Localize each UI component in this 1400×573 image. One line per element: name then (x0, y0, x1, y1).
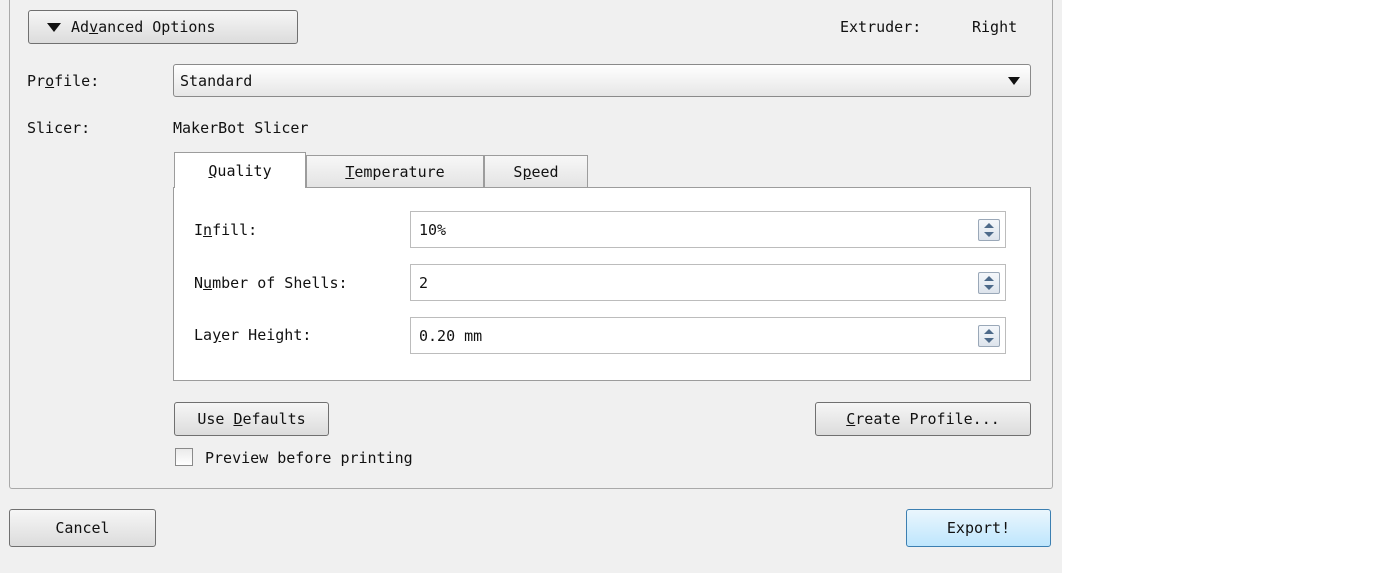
extruder-value: Right (972, 18, 1018, 36)
layer-height-spinbox[interactable]: 0.20 mm (410, 317, 1006, 354)
tab-temperature-label: Temperature (345, 163, 445, 181)
tab-speed[interactable]: Speed (484, 155, 588, 188)
dropdown-arrow-icon[interactable] (1008, 77, 1020, 85)
spin-up-icon[interactable] (984, 276, 994, 281)
spin-buttons-icon[interactable] (978, 272, 1000, 294)
extruder-label: Extruder: (840, 18, 922, 36)
cancel-button[interactable]: Cancel (9, 509, 156, 547)
spin-down-icon[interactable] (984, 285, 994, 290)
use-defaults-button[interactable]: Use Defaults (174, 402, 329, 436)
spin-up-icon[interactable] (984, 223, 994, 228)
infill-spinbox[interactable]: 10% (410, 211, 1006, 248)
export-dialog: Advanced Options Extruder: Right Profile… (0, 0, 1062, 573)
infill-value: 10% (419, 220, 447, 239)
spin-up-icon[interactable] (984, 329, 994, 334)
preview-checkbox[interactable] (175, 448, 193, 466)
profile-select-value: Standard (180, 71, 253, 90)
tab-temperature[interactable]: Temperature (306, 155, 484, 188)
export-button[interactable]: Export! (906, 509, 1051, 547)
shells-spinbox[interactable]: 2 (410, 264, 1006, 301)
profile-label: Profile: (27, 72, 100, 90)
shells-value: 2 (419, 273, 429, 292)
cancel-button-label: Cancel (55, 519, 110, 537)
spin-buttons-icon[interactable] (978, 219, 1000, 241)
slicer-value: MakerBot Slicer (173, 119, 309, 137)
tab-quality-label: Quality (208, 161, 272, 180)
spin-down-icon[interactable] (984, 232, 994, 237)
create-profile-label: Create Profile... (846, 410, 1000, 428)
advanced-options-label: Advanced Options (71, 18, 216, 36)
preview-checkbox-label[interactable]: Preview before printing (205, 449, 413, 467)
quality-tab-panel: Infill: 10% Number of Shells: 2 Layer He… (173, 187, 1031, 381)
layer-height-label: Layer Height: (194, 326, 312, 344)
profile-select[interactable]: Standard (173, 64, 1031, 97)
layer-height-value: 0.20 mm (419, 326, 483, 345)
tab-quality[interactable]: Quality (174, 152, 306, 188)
export-button-label: Export! (946, 519, 1011, 537)
tab-speed-label: Speed (513, 163, 559, 181)
infill-label: Infill: (194, 221, 258, 239)
advanced-options-toggle-button[interactable]: Advanced Options (28, 10, 298, 44)
spin-buttons-icon[interactable] (978, 325, 1000, 347)
use-defaults-label: Use Defaults (197, 410, 306, 428)
shells-label: Number of Shells: (194, 274, 348, 292)
create-profile-button[interactable]: Create Profile... (815, 402, 1031, 436)
slicer-label: Slicer: (27, 119, 91, 137)
spin-down-icon[interactable] (984, 338, 994, 343)
triangle-down-icon (47, 22, 61, 32)
